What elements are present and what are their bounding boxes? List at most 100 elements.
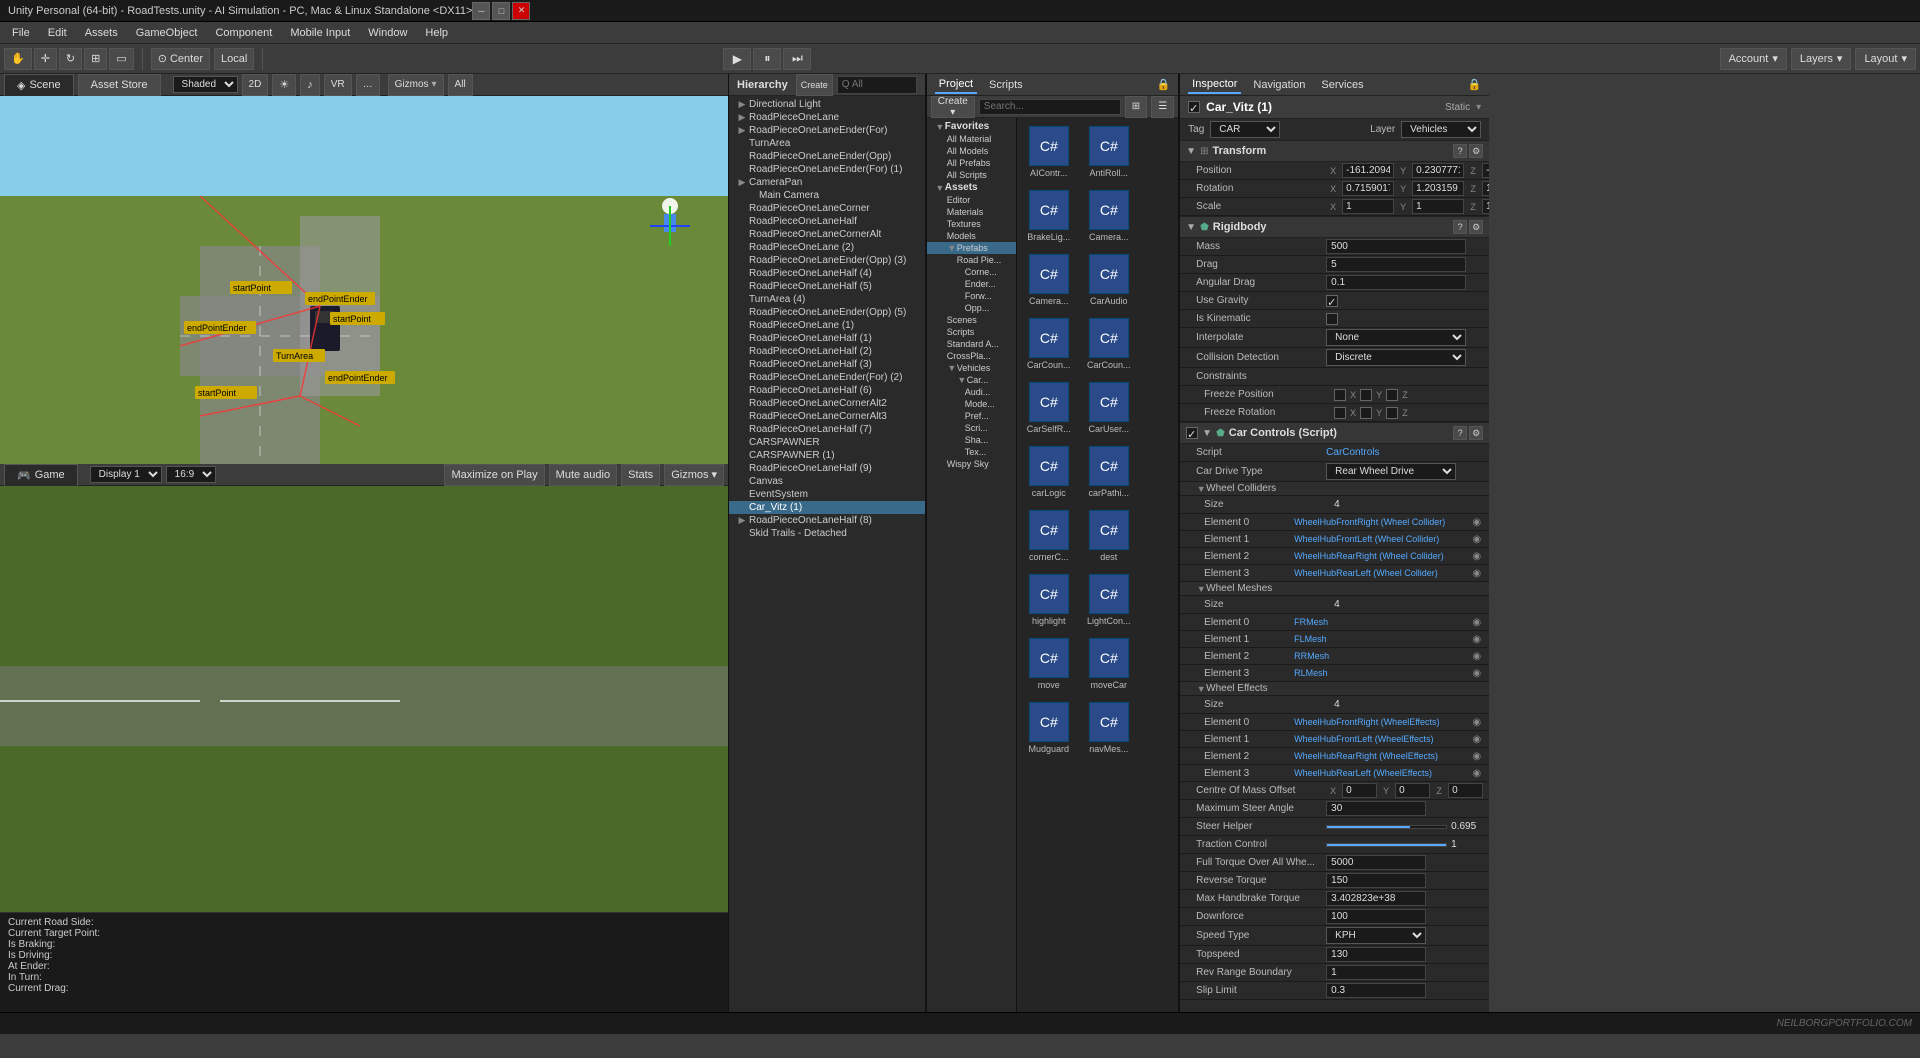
tab-game[interactable]: 🎮 Game xyxy=(4,464,78,486)
speed-type-select[interactable]: KPH MPH xyxy=(1326,927,1426,944)
slip-limit-input[interactable] xyxy=(1326,983,1426,998)
list-item[interactable]: ▶ RoadPieceOneLaneCornerAlt2 xyxy=(729,397,925,410)
transform-settings-icon[interactable]: ? xyxy=(1453,144,1467,158)
list-item[interactable]: ▶ RoadPieceOneLaneHalf (9) xyxy=(729,462,925,475)
component-rigidbody-header[interactable]: ▼ ⬟ Rigidbody ? ⚙ xyxy=(1180,216,1489,238)
tab-scripts[interactable]: Scripts xyxy=(985,77,1027,93)
asset-carpathi[interactable]: C# carPathi... xyxy=(1081,442,1137,502)
collision-select[interactable]: Discrete xyxy=(1326,349,1466,366)
tree-scri[interactable]: Scri... xyxy=(927,422,1016,434)
scale-y-input[interactable] xyxy=(1412,199,1464,214)
list-item[interactable]: ▶ TurnArea xyxy=(729,137,925,150)
asset-carcoun2[interactable]: C# CarCoun... xyxy=(1081,314,1137,374)
space-button[interactable]: Local xyxy=(214,48,254,70)
list-item[interactable]: ▶ Main Camera xyxy=(729,189,925,202)
maximize-play-button[interactable]: Maximize on Play xyxy=(444,464,544,486)
asset-camera1[interactable]: C# Camera... xyxy=(1081,186,1137,246)
tree-scripts[interactable]: Scripts xyxy=(927,326,1016,338)
list-item[interactable]: ▶ RoadPieceOneLaneCornerAlt xyxy=(729,228,925,241)
inspector-lock-icon[interactable]: 🔒 xyxy=(1467,78,1481,91)
tree-scenes[interactable]: Scenes xyxy=(927,314,1016,326)
max-handbrake-input[interactable] xyxy=(1326,891,1426,906)
hierarchy-search-input[interactable] xyxy=(837,76,917,94)
tag-select[interactable]: CAR xyxy=(1210,121,1280,138)
cm-y-input[interactable] xyxy=(1395,783,1430,798)
layer-select[interactable]: Vehicles xyxy=(1401,121,1481,138)
scale-x-input[interactable] xyxy=(1342,199,1394,214)
tree-favorites[interactable]: ▼ Favorites xyxy=(927,120,1016,133)
rigidbody-lock-icon[interactable]: ⚙ xyxy=(1469,220,1483,234)
wc-e1-arrow[interactable]: ◉ xyxy=(1472,534,1481,545)
angular-drag-input[interactable] xyxy=(1326,275,1466,290)
rotation-y-input[interactable] xyxy=(1412,181,1464,196)
game-gizmos-button[interactable]: Gizmos ▾ xyxy=(664,464,724,486)
component-car-controls-header[interactable]: ✓ ▼ ⬟ Car Controls (Script) ? ⚙ xyxy=(1180,422,1489,444)
layout-button[interactable]: Layout ▾ xyxy=(1855,48,1916,70)
hierarchy-create-button[interactable]: Create xyxy=(796,74,833,96)
scene-vr-button[interactable]: VR xyxy=(324,74,352,96)
drag-input[interactable] xyxy=(1326,257,1466,272)
tree-prefabs[interactable]: ▼ Prefabs xyxy=(927,242,1016,254)
position-z-input[interactable] xyxy=(1482,163,1489,178)
asset-navmes[interactable]: C# navMes... xyxy=(1081,698,1137,758)
tree-car[interactable]: ▼ Car... xyxy=(927,374,1016,386)
we-e3-arrow[interactable]: ◉ xyxy=(1472,768,1481,779)
list-item[interactable]: ▶ RoadPieceOneLaneCorner xyxy=(729,202,925,215)
maximize-button[interactable]: □ xyxy=(492,2,510,20)
asset-movecar[interactable]: C# moveCar xyxy=(1081,634,1137,694)
wc-e3-arrow[interactable]: ◉ xyxy=(1472,568,1481,579)
tree-models[interactable]: Models xyxy=(927,230,1016,242)
tree-all-material[interactable]: All Material xyxy=(927,133,1016,145)
list-item[interactable]: ▶ RoadPieceOneLaneHalf (3) xyxy=(729,358,925,371)
list-item[interactable]: ▶ RoadPieceOneLane (2) xyxy=(729,241,925,254)
tree-wispy-sky[interactable]: Wispy Sky xyxy=(927,458,1016,470)
wm-e2-arrow[interactable]: ◉ xyxy=(1472,651,1481,662)
list-item[interactable]: ▶ RoadPieceOneLaneEnder(For) (1) xyxy=(729,163,925,176)
rect-tool[interactable]: ▭ xyxy=(109,48,133,70)
full-torque-input[interactable] xyxy=(1326,855,1426,870)
mute-audio-button[interactable]: Mute audio xyxy=(549,464,617,486)
tree-all-scripts[interactable]: All Scripts xyxy=(927,169,1016,181)
play-button[interactable]: ▶ xyxy=(723,48,751,70)
menu-gameobject[interactable]: GameObject xyxy=(128,25,206,41)
menu-component[interactable]: Component xyxy=(207,25,280,41)
tab-scene[interactable]: ◈ Scene xyxy=(4,74,74,96)
topspeed-input[interactable] xyxy=(1326,947,1426,962)
list-item[interactable]: ▶ CARSPAWNER (1) xyxy=(729,449,925,462)
hand-tool[interactable]: ✋ xyxy=(4,48,32,70)
tab-inspector[interactable]: Inspector xyxy=(1188,76,1241,94)
tree-crossplay[interactable]: CrossPla... xyxy=(927,350,1016,362)
list-item[interactable]: ▶ RoadPieceOneLaneHalf (4) xyxy=(729,267,925,280)
wc-e2-arrow[interactable]: ◉ xyxy=(1472,551,1481,562)
list-item[interactable]: ▶ RoadPieceOneLaneEnder(For) xyxy=(729,124,925,137)
asset-caruser[interactable]: C# CarUser... xyxy=(1081,378,1137,438)
tree-materials[interactable]: Materials xyxy=(927,206,1016,218)
interpolate-select[interactable]: None xyxy=(1326,329,1466,346)
freeze-rot-x-checkbox[interactable] xyxy=(1334,407,1346,419)
tree-road-pie[interactable]: Road Pie... xyxy=(927,254,1016,266)
we-e1-arrow[interactable]: ◉ xyxy=(1472,734,1481,745)
we-e0-arrow[interactable]: ◉ xyxy=(1472,717,1481,728)
wheel-effects-header[interactable]: ▼ Wheel Effects xyxy=(1180,682,1489,696)
menu-edit[interactable]: Edit xyxy=(40,25,75,41)
tree-textures[interactable]: Textures xyxy=(927,218,1016,230)
list-item[interactable]: ▶ RoadPieceOneLaneHalf (1) xyxy=(729,332,925,345)
menu-help[interactable]: Help xyxy=(417,25,456,41)
project-search-input[interactable] xyxy=(979,99,1121,115)
step-button[interactable]: ⏭ xyxy=(783,48,811,70)
we-e2-arrow[interactable]: ◉ xyxy=(1472,751,1481,762)
create-button[interactable]: Create ▾ xyxy=(931,96,975,118)
tree-vehicles[interactable]: ▼ Vehicles xyxy=(927,362,1016,374)
wm-e3-arrow[interactable]: ◉ xyxy=(1472,668,1481,679)
game-viewport[interactable] xyxy=(0,486,728,912)
car-controls-settings-icon[interactable]: ? xyxy=(1453,426,1467,440)
list-item[interactable]: ▶ RoadPieceOneLaneHalf xyxy=(729,215,925,228)
car-drive-type-select[interactable]: Rear Wheel Drive xyxy=(1326,463,1456,480)
list-item-car-vitz[interactable]: ▶ Car_Vitz (1) xyxy=(729,501,925,514)
tree-opp[interactable]: Opp... xyxy=(927,302,1016,314)
wheel-colliders-header[interactable]: ▼ Wheel Colliders xyxy=(1180,482,1489,496)
list-item[interactable]: ▶ EventSystem xyxy=(729,488,925,501)
asset-cornerc[interactable]: C# cornerC... xyxy=(1021,506,1077,566)
display-select[interactable]: Display 1 xyxy=(90,466,162,483)
list-item[interactable]: ▶ RoadPieceOneLaneHalf (7) xyxy=(729,423,925,436)
